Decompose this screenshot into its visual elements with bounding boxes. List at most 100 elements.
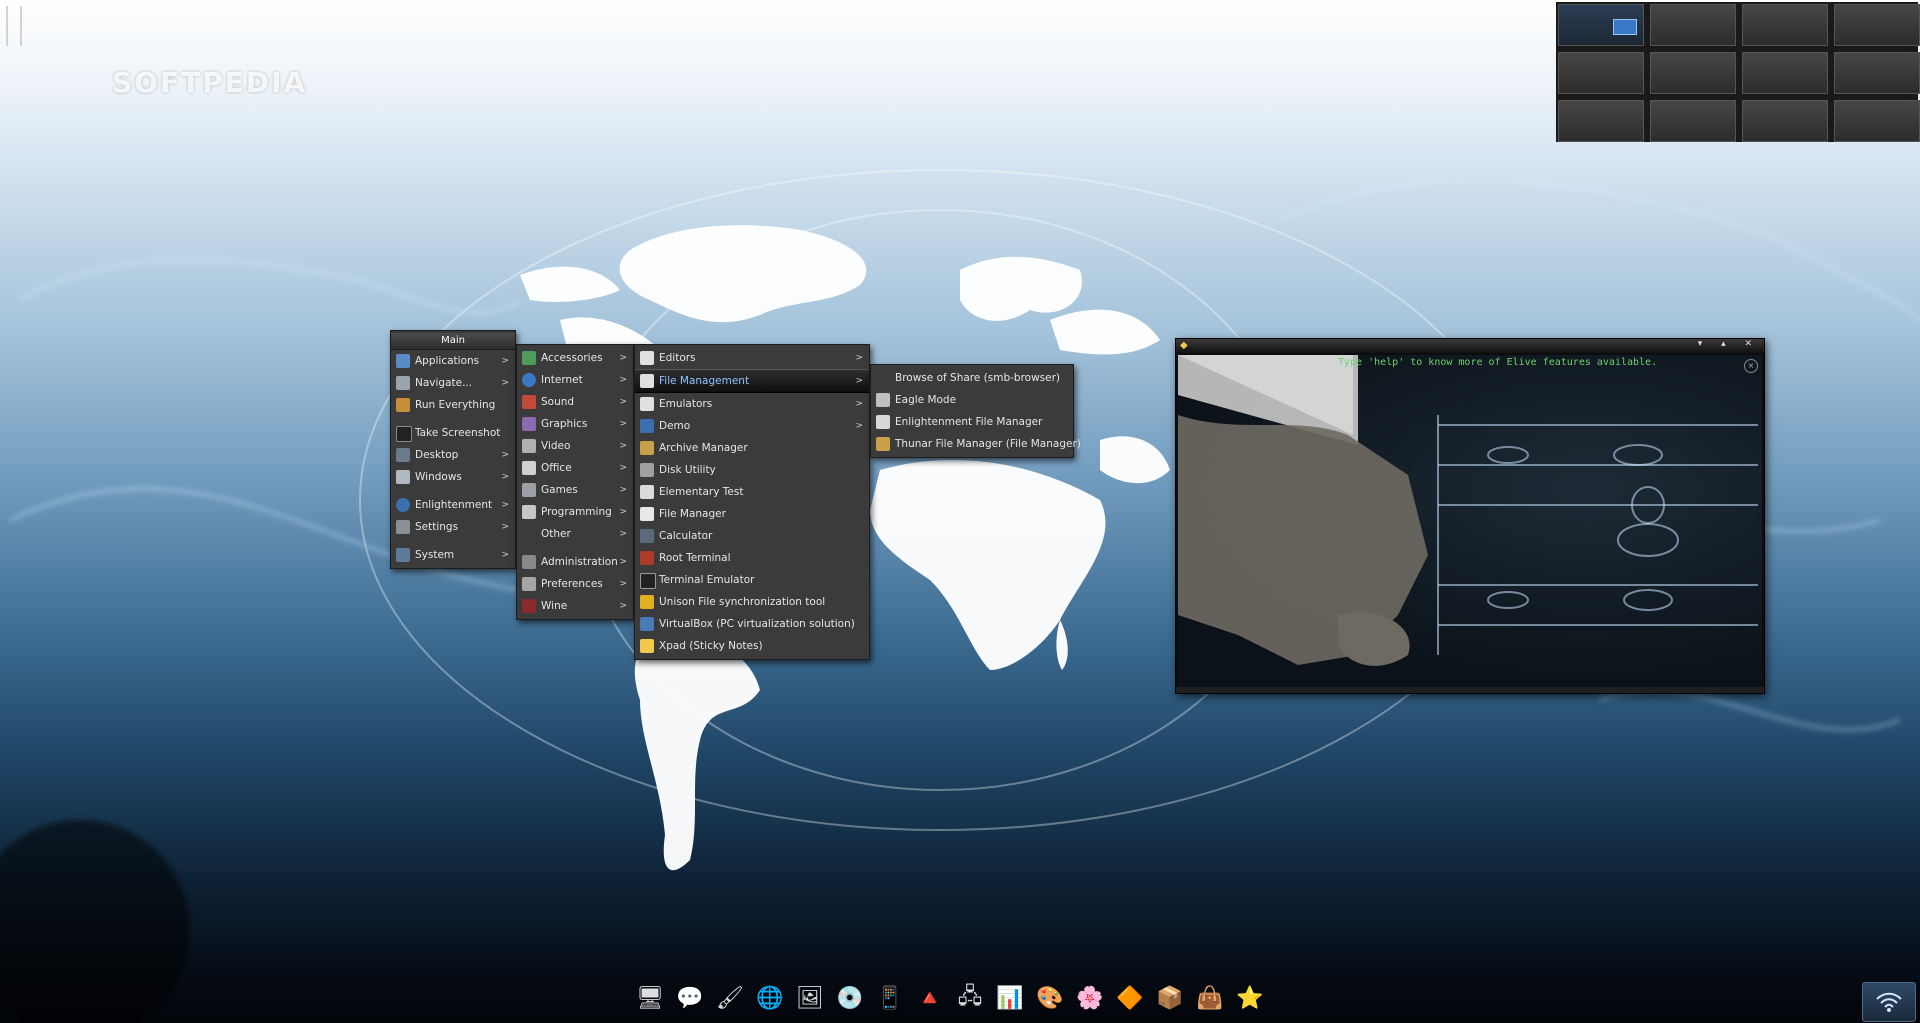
desk-7[interactable] [1742,52,1828,94]
desk-11[interactable] [1742,100,1828,142]
close-circle-icon[interactable]: × [1744,359,1758,373]
virtual-desktop-pager[interactable] [1556,2,1920,142]
elementary-test-icon [640,485,654,499]
submenu-arrow-icon: > [855,353,863,363]
flower-gallery-icon[interactable]: 🌸 [1072,980,1108,1016]
window-titlebar[interactable]: ◆ ▾ ▴ ✕ [1176,339,1764,353]
menu-item-system[interactable]: System > [391,544,515,566]
paint-roller-icon[interactable]: 🖌 [712,980,748,1016]
menu-item-editors[interactable]: Editors > [635,347,869,369]
menu-item-thunar[interactable]: Thunar File Manager (File Manager) [871,433,1081,455]
desk-4[interactable] [1834,4,1920,46]
programming-icon [522,505,536,519]
menu-item-programming[interactable]: Programming > [517,501,633,523]
games-icon [522,483,536,497]
internet-icon [522,373,536,387]
submenu-arrow-icon: > [501,550,509,560]
menu-item-unison[interactable]: Unison File synchronization tool [635,591,869,613]
desk-12[interactable] [1834,100,1920,142]
ipod-icon[interactable]: 📱 [872,980,908,1016]
menu-item-office[interactable]: Office > [517,457,633,479]
system-monitor-icon[interactable]: 📊 [992,980,1028,1016]
menu-item-run-everything[interactable]: Run Everything [391,394,515,416]
desk-8[interactable] [1834,52,1920,94]
wifi-icon[interactable] [1862,982,1916,1022]
window-content[interactable]: Type 'help' to know more of Elive featur… [1178,355,1762,687]
menu-item-desktop[interactable]: Desktop > [391,444,515,466]
archive-manager-icon [640,441,654,455]
globe-browser-icon[interactable]: 🌐 [752,980,788,1016]
menu-item-emulators[interactable]: Emulators > [635,393,869,415]
menu-item-navigate[interactable]: Navigate... > [391,372,515,394]
menu-item-calculator[interactable]: Calculator [635,525,869,547]
blender-icon[interactable]: 🔶 [1112,980,1148,1016]
menu-item-efm[interactable]: Enlightenment File Manager [871,411,1073,433]
terminal-window[interactable]: ◆ ▾ ▴ ✕ Type 'help' to know more of Eliv… [1175,338,1765,694]
menu-item-sound[interactable]: Sound > [517,391,633,413]
menu-item-demo[interactable]: Demo > [635,415,869,437]
submenu-arrow-icon: > [619,419,627,429]
menu-item-windows[interactable]: Windows > [391,466,515,488]
menu-item-administration[interactable]: Administration > [517,551,633,573]
video-icon [522,439,536,453]
menu-item-wine[interactable]: Wine > [517,595,633,617]
star-icon[interactable]: ⭐ [1232,980,1268,1016]
menu-item-internet[interactable]: Internet > [517,369,633,391]
remote-desktop-icon[interactable]: 🖧 [952,980,988,1016]
media-disc-icon[interactable]: 💿 [832,980,868,1016]
menu-item-video[interactable]: Video > [517,435,633,457]
window-controls[interactable]: ▾ ▴ ✕ [1698,339,1760,349]
desk-9[interactable] [1558,100,1644,142]
menu-item-virtualbox[interactable]: VirtualBox (PC virtualization solution) [635,613,869,635]
menu-item-root-terminal[interactable]: Root Terminal [635,547,869,569]
xpad-icon [640,639,654,653]
graphics-icon [522,417,536,431]
chat-icon[interactable]: 💬 [672,980,708,1016]
color-wheel-icon[interactable]: 🎨 [1032,980,1068,1016]
desk-1[interactable] [1558,4,1644,46]
menu-item-settings[interactable]: Settings > [391,516,515,538]
desktop-icon [396,448,410,462]
desk-5[interactable] [1558,52,1644,94]
menu-item-enlightenment[interactable]: Enlightenment > [391,494,515,516]
desk-2[interactable] [1650,4,1736,46]
submenu-arrow-icon: > [501,522,509,532]
computer-icon[interactable]: 🖥 [632,980,668,1016]
run-everything-icon [396,398,410,412]
menu-item-take-screenshot[interactable]: Take Screenshot [391,422,515,444]
accessories-icon [522,351,536,365]
menu-item-smb-browser[interactable]: Browse of Share (smb-browser) [871,367,1073,389]
menu-item-accessories[interactable]: Accessories > [517,347,633,369]
menu-item-preferences[interactable]: Preferences > [517,573,633,595]
vlc-cone-icon[interactable]: 🔺 [912,980,948,1016]
office-icon [522,461,536,475]
menu-item-graphics[interactable]: Graphics > [517,413,633,435]
menu-item-archive-manager[interactable]: Archive Manager [635,437,869,459]
accessories-menu: Editors > File Management > Emulators > Dem… [634,344,870,660]
menu-item-file-management[interactable]: File Management > [635,369,869,393]
menu-item-disk-utility[interactable]: Disk Utility [635,459,869,481]
desk-3[interactable] [1742,4,1828,46]
terminal-hint-text: Type 'help' to know more of Elive featur… [1338,357,1658,368]
window-statusbar [1176,687,1764,693]
menu-item-games[interactable]: Games > [517,479,633,501]
eagle-mode-icon [876,393,890,407]
menu-item-terminal-emulator[interactable]: Terminal Emulator [635,569,869,591]
menu-item-other[interactable]: Other > [517,523,633,545]
image-viewer-icon[interactable]: 🖼 [792,980,828,1016]
submenu-arrow-icon: > [619,579,627,589]
submenu-arrow-icon: > [619,441,627,451]
emulators-icon [640,397,654,411]
package-box-icon[interactable]: 📦 [1152,980,1188,1016]
shopping-bag-icon[interactable]: 👜 [1192,980,1228,1016]
menu-item-xpad[interactable]: Xpad (Sticky Notes) [635,635,869,657]
menu-item-applications[interactable]: Applications > [391,350,515,372]
menu-item-eagle-mode[interactable]: Eagle Mode [871,389,1073,411]
file-management-icon [640,374,654,388]
window-menu-icon[interactable]: ◆ [1180,341,1188,351]
desk-10[interactable] [1650,100,1736,142]
wine-icon [522,599,536,613]
menu-item-elementary-test[interactable]: Elementary Test [635,481,869,503]
desk-6[interactable] [1650,52,1736,94]
menu-item-file-manager[interactable]: File Manager [635,503,869,525]
